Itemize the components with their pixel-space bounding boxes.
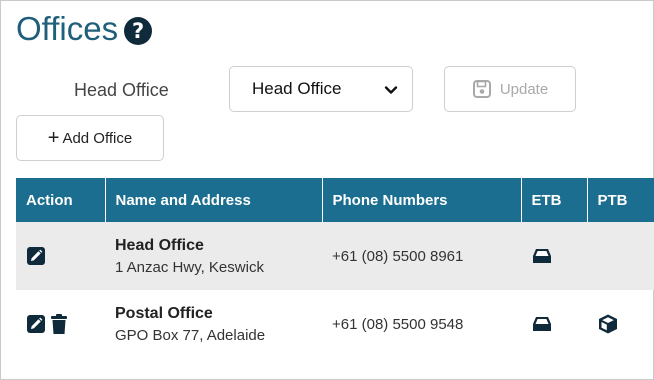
trash-icon[interactable]	[50, 313, 68, 335]
package-icon[interactable]	[597, 313, 619, 335]
etb-cell	[521, 290, 587, 358]
edit-icon[interactable]	[26, 246, 46, 266]
office-name: Head Office	[115, 236, 204, 254]
update-button[interactable]: Update	[444, 66, 576, 112]
head-office-select-value: Head Office	[252, 79, 342, 98]
office-name: Postal Office	[115, 304, 213, 322]
ptb-cell	[587, 222, 654, 290]
office-address: GPO Box 77, Adelaide	[115, 326, 266, 344]
etb-cell	[521, 222, 587, 290]
chevron-down-icon	[384, 86, 398, 94]
action-cell	[16, 290, 105, 358]
offices-table: Action Name and Address Phone Numbers ET…	[16, 178, 654, 358]
column-header-etb: ETB	[521, 178, 588, 222]
column-header-phone: Phone Numbers	[322, 178, 522, 222]
action-cell	[16, 222, 105, 290]
inbox-icon[interactable]	[531, 246, 553, 266]
table-row: Head Office 1 Anzac Hwy, Keswick +61 (08…	[16, 222, 654, 290]
help-icon[interactable]: ?	[124, 16, 153, 45]
add-office-button[interactable]: + Add Office	[16, 115, 164, 161]
office-phone: +61 (08) 5500 8961	[332, 247, 464, 265]
add-office-label: Add Office	[62, 129, 133, 147]
phone-cell: +61 (08) 5500 8961	[322, 222, 521, 290]
plus-icon: +	[47, 127, 60, 149]
save-icon	[472, 80, 491, 98]
inbox-icon[interactable]	[531, 314, 553, 334]
ptb-cell	[587, 290, 654, 358]
name-address-cell: Head Office 1 Anzac Hwy, Keswick	[105, 222, 322, 290]
edit-icon[interactable]	[26, 314, 46, 334]
column-header-name-address: Name and Address	[105, 178, 323, 222]
office-phone: +61 (08) 5500 9548	[332, 315, 464, 333]
page-title-area: Offices ?	[16, 10, 153, 48]
name-address-cell: Postal Office GPO Box 77, Adelaide	[105, 290, 322, 358]
update-label: Update	[499, 80, 549, 98]
column-header-ptb: PTB	[587, 178, 654, 222]
table-row: Postal Office GPO Box 77, Adelaide +61 (…	[16, 290, 654, 358]
page-title: Offices	[16, 10, 119, 47]
column-header-action: Action	[16, 178, 106, 222]
head-office-select[interactable]: Head Office	[229, 66, 413, 112]
table-header-row: Action Name and Address Phone Numbers ET…	[16, 178, 654, 222]
head-office-label: Head Office	[74, 80, 169, 100]
office-address: 1 Anzac Hwy, Keswick	[115, 258, 264, 276]
phone-cell: +61 (08) 5500 9548	[322, 290, 521, 358]
